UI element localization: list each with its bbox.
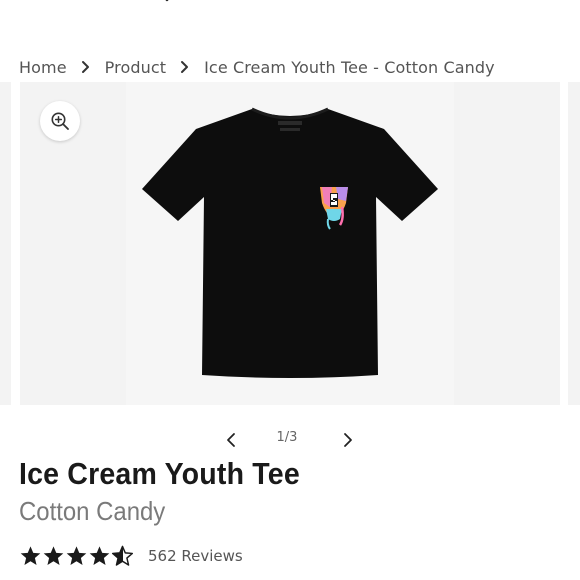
zoom-button[interactable] [40,101,80,141]
chevron-left-icon[interactable] [224,432,240,448]
product-variant: Cotton Candy [19,496,166,526]
star-icon [20,546,41,565]
breadcrumb-home-link[interactable]: Home [19,58,67,77]
gallery-pager: 1/3 [0,428,580,452]
breadcrumb: Home Product Ice Cream Youth Tee - Cotto… [19,55,495,79]
breadcrumb-current-page: Ice Cream Youth Tee - Cotton Candy [204,57,495,77]
next-slide-peek[interactable] [568,82,580,405]
star-half-icon [111,545,134,566]
previous-slide-peek[interactable] [0,82,11,405]
reviews-count-link[interactable]: 562 Reviews [148,547,243,565]
slide-counter: 1/3 [276,430,298,445]
star-icon [66,546,87,565]
star-icon [89,546,110,565]
chevron-down-icon [165,0,169,2]
product-image-tshirt [142,107,438,378]
chevron-right-icon [81,61,89,73]
star-rating [19,545,134,567]
breadcrumb-product-link[interactable]: Product [105,58,166,77]
product-title: Ice Cream Youth Tee [19,456,300,491]
product-rating[interactable]: 562 Reviews [19,543,243,569]
chevron-right-icon [181,61,189,73]
zoom-in-icon [51,112,69,130]
star-icon [43,546,64,565]
chevron-right-icon[interactable] [339,432,355,448]
